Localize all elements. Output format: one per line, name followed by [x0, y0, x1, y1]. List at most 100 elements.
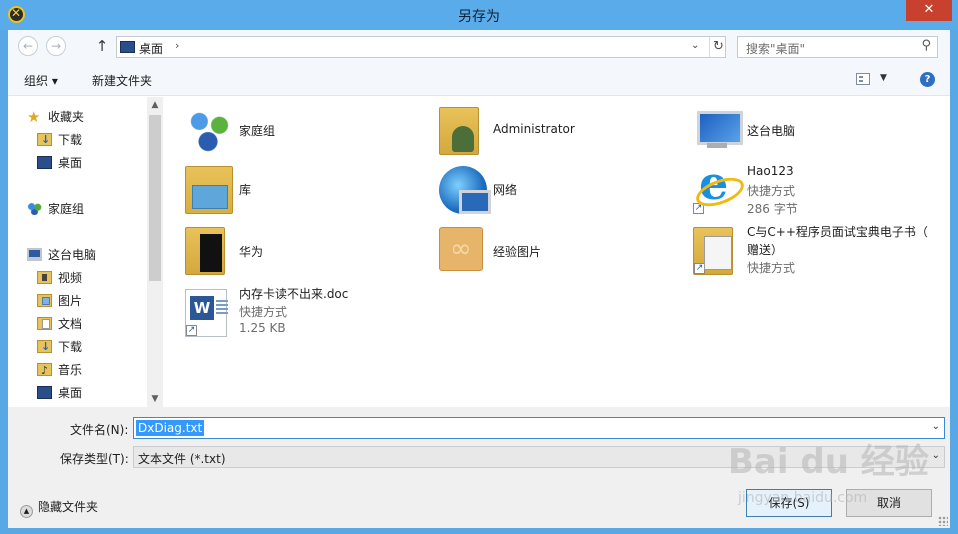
file-size: 1.25 KB: [239, 321, 286, 335]
homegroup-icon: [27, 202, 42, 215]
hide-folders-label: 隐藏文件夹: [38, 500, 99, 514]
file-item-hao123[interactable]: ↗ Hao123 快捷方式 286 字节: [693, 156, 933, 226]
file-name: 这台电脑: [747, 124, 796, 138]
file-item-huawei[interactable]: 华为: [185, 227, 425, 287]
file-item-network[interactable]: 网络: [439, 166, 679, 226]
view-options-icon[interactable]: [856, 73, 870, 85]
desktop-icon: [37, 386, 52, 399]
breadcrumb-chevron-icon[interactable]: ›: [175, 39, 179, 52]
user-folder-icon: [439, 107, 479, 155]
dialog-client: ← → ↑ 桌面 › ⌄ ↻ 搜索"桌面" ⚲ 组织 ▾ 新建文件夹 ▼ ? ★…: [8, 30, 950, 528]
view-dropdown-icon[interactable]: ▼: [880, 73, 887, 83]
save-type-select[interactable]: 文本文件 (*.txt) ⌄: [133, 446, 945, 468]
scroll-down-icon[interactable]: ▼: [147, 391, 163, 407]
address-row: ← → ↑ 桌面 › ⌄ ↻ 搜索"桌面" ⚲: [8, 30, 950, 64]
save-options-panel: 文件名(N): DxDiag.txt ⌄ 保存类型(T): 文本文件 (*.tx…: [8, 407, 950, 528]
filename-value[interactable]: DxDiag.txt: [136, 420, 205, 436]
cancel-button[interactable]: 取消: [846, 489, 932, 517]
search-input[interactable]: 搜索"桌面" ⚲: [737, 36, 938, 58]
word-shortcut-icon: ↗: [185, 289, 228, 337]
close-button[interactable]: ✕: [906, 0, 952, 21]
back-button[interactable]: ←: [18, 36, 38, 56]
file-item-homegroup[interactable]: 家庭组: [185, 107, 425, 167]
folder-shortcut-icon: ↗: [693, 227, 733, 275]
music-folder-icon: [37, 361, 52, 381]
shortcut-arrow-icon: ↗: [694, 263, 705, 274]
save-type-dropdown-icon[interactable]: ⌄: [932, 450, 940, 461]
file-item-libraries[interactable]: 库: [185, 166, 425, 226]
file-name: 库: [239, 183, 252, 197]
hide-folders-toggle[interactable]: ▲ 隐藏文件夹: [20, 498, 98, 518]
sidebar-item-label: 收藏夹: [48, 110, 85, 124]
homegroup-icon: [185, 107, 233, 155]
sidebar-item-label: 家庭组: [48, 202, 85, 216]
file-name: Administrator: [493, 122, 575, 136]
shortcut-arrow-icon: ↗: [186, 325, 197, 336]
file-name: 华为: [239, 245, 264, 259]
save-as-dialog: 另存为 ✕ ← → ↑ 桌面 › ⌄ ↻ 搜索"桌面" ⚲ 组织 ▾ 新建文件夹…: [0, 0, 958, 534]
file-type: 快捷方式: [747, 184, 796, 198]
scrollbar-thumb[interactable]: [149, 115, 161, 281]
file-name: 经验图片: [493, 245, 542, 259]
new-folder-button[interactable]: 新建文件夹: [92, 72, 152, 89]
file-name: 家庭组: [239, 124, 276, 138]
file-name: 网络: [493, 183, 518, 197]
sidebar-item-label: 音乐: [58, 363, 83, 377]
refresh-button[interactable]: ↻: [709, 37, 727, 57]
file-item-this-pc[interactable]: 这台电脑: [693, 107, 933, 167]
downloads-folder-icon: [37, 130, 52, 150]
filename-dropdown-icon[interactable]: ⌄: [932, 421, 940, 432]
up-button[interactable]: ↑: [94, 36, 110, 56]
filename-label: 文件名(N):: [70, 423, 129, 437]
navigation-pane: ★ 收藏夹 下载 桌面 家庭组 这台电脑 视频: [8, 97, 163, 407]
sidebar-item-label: 桌面: [58, 156, 83, 170]
desktop-icon: [120, 41, 135, 53]
videos-folder-icon: [37, 271, 52, 284]
collapse-icon: ▲: [20, 505, 33, 518]
documents-folder-icon: [37, 317, 52, 330]
pictures-folder-icon: [37, 294, 52, 307]
address-dropdown-icon[interactable]: ⌄: [691, 40, 699, 51]
file-list: 家庭组 Administrator 这台电脑 库 网络 ↗: [163, 97, 950, 407]
computer-icon: [693, 107, 743, 155]
sidebar-item-label: 文档: [58, 317, 83, 331]
sidebar-item-label: 下载: [58, 133, 83, 147]
save-button[interactable]: 保存(S): [746, 489, 832, 517]
navigation-scrollbar[interactable]: ▲ ▼: [147, 97, 163, 407]
file-item-memory-card-doc[interactable]: ↗ 内存卡读不出来.doc 快捷方式 1.25 KB: [185, 287, 425, 347]
file-item-c-cpp-ebook[interactable]: ↗ C与C++程序员面试宝典电子书（ 赠送） 快捷方式: [693, 225, 943, 287]
file-item-experience-pictures[interactable]: 经验图片: [439, 227, 679, 287]
sidebar-item-label: 图片: [58, 294, 83, 308]
organize-button[interactable]: 组织 ▾: [24, 72, 58, 89]
sidebar-item-label: 下载: [58, 340, 83, 354]
search-icon[interactable]: ⚲: [921, 38, 931, 53]
file-name: 内存卡读不出来.doc: [239, 287, 349, 301]
desktop-icon: [37, 156, 52, 169]
downloads-folder-icon: [37, 337, 52, 357]
command-bar: 组织 ▾ 新建文件夹 ▼ ?: [8, 64, 950, 96]
star-icon: ★: [27, 108, 41, 126]
address-location[interactable]: 桌面: [139, 40, 163, 57]
sidebar-item-label: 视频: [58, 271, 83, 285]
window-title: 另存为: [458, 9, 500, 25]
computer-icon: [27, 248, 42, 261]
file-name-continued: 赠送）: [747, 243, 784, 257]
ie-shortcut-icon: ↗: [693, 156, 741, 214]
title-bar[interactable]: 另存为 ✕: [0, 0, 958, 30]
resize-grip[interactable]: [938, 516, 948, 526]
sidebar-item-label: 这台电脑: [48, 248, 97, 262]
network-icon: [439, 166, 491, 214]
file-type: 快捷方式: [239, 305, 288, 319]
folder-icon: [439, 227, 483, 271]
save-type-value: 文本文件 (*.txt): [138, 452, 226, 466]
search-placeholder: 搜索"桌面": [746, 42, 806, 56]
help-icon[interactable]: ?: [920, 72, 935, 87]
address-bar[interactable]: 桌面 › ⌄ ↻: [116, 36, 726, 58]
file-name: C与C++程序员面试宝典电子书（: [747, 225, 928, 239]
file-item-administrator[interactable]: Administrator: [439, 107, 679, 167]
filename-input[interactable]: DxDiag.txt ⌄: [133, 417, 945, 439]
forward-button[interactable]: →: [46, 36, 66, 56]
sidebar-item-label: 桌面: [58, 386, 83, 400]
scroll-up-icon[interactable]: ▲: [147, 97, 163, 113]
file-type: 快捷方式: [747, 261, 796, 275]
